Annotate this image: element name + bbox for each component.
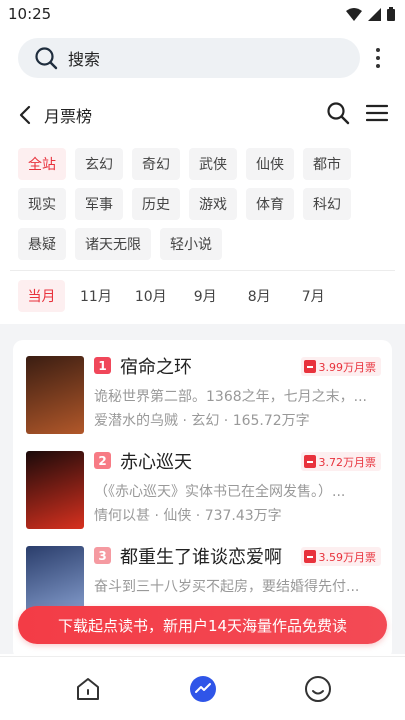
book-title[interactable]: 都重生了谁谈恋爱啊 <box>120 543 282 569</box>
category-chip[interactable]: 轻小说 <box>160 228 222 260</box>
category-chip[interactable]: 军事 <box>75 188 123 220</box>
search-label: 搜索 <box>68 50 101 69</box>
period-tab[interactable]: 7月 <box>290 280 337 312</box>
more-options-icon[interactable] <box>376 48 380 68</box>
back-icon[interactable] <box>18 105 32 125</box>
book-description: 诡秘世界第二部。1368之年，七月之末，... <box>94 389 367 405</box>
category-chip[interactable]: 奇幻 <box>132 148 180 180</box>
book-cover[interactable] <box>26 356 84 434</box>
category-chip[interactable]: 仙侠 <box>246 148 294 180</box>
vote-badge: 3.99万月票 <box>300 357 381 376</box>
rank-badge: 2 <box>94 452 111 469</box>
home-tab-icon[interactable] <box>71 672 105 706</box>
period-filter: 当月 11月 10月 9月 8月 7月 <box>18 280 337 312</box>
book-title[interactable]: 赤心巡天 <box>120 448 192 474</box>
book-title[interactable]: 宿命之环 <box>120 353 192 379</box>
category-filter: 全站 玄幻 奇幻 武侠 仙侠 都市现实 军事 历史 游戏 体育 科幻悬疑 诸天无限 轻小说 <box>18 148 388 260</box>
search-row: 搜索 <box>18 38 388 78</box>
vote-count: 3.59万月票 <box>318 550 377 564</box>
wifi-icon <box>346 7 362 21</box>
signal-icon <box>368 7 381 21</box>
period-tab[interactable]: 11月 <box>72 280 120 312</box>
book-item[interactable]: 2 赤心巡天 3.72万月票 （《赤心巡天》实体书已在全网发售。）... 情何以甚 · … <box>26 451 381 531</box>
book-meta: 爱潜水的乌贼 · 玄幻 · 165.72万字 <box>94 413 310 429</box>
vote-count: 3.99万月票 <box>318 360 377 374</box>
period-tab[interactable]: 当月 <box>18 280 65 312</box>
book-description: （《赤心巡天》实体书已在全网发售。）... <box>94 484 346 500</box>
ticket-icon <box>303 360 316 373</box>
ranking-list-area: 1 宿命之环 3.99万月票诡秘世界第二部。1368之年，七月之末，... 爱潜水的乌… <box>0 324 405 660</box>
category-chip[interactable]: 科幻 <box>303 188 351 220</box>
ticket-icon <box>303 455 316 468</box>
ticket-icon <box>303 550 316 563</box>
category-chip[interactable]: 现实 <box>18 188 66 220</box>
category-chip[interactable]: 玄幻 <box>75 148 123 180</box>
period-tab[interactable]: 10月 <box>127 280 175 312</box>
category-chip[interactable]: 武侠 <box>189 148 237 180</box>
battery-icon <box>387 7 395 21</box>
search-bar[interactable]: 搜索 <box>18 38 360 78</box>
category-chip[interactable]: 历史 <box>132 188 180 220</box>
bottom-tab-bar <box>0 656 405 720</box>
search-icon <box>34 46 58 70</box>
book-meta: 情何以甚 · 仙侠 · 737.43万字 <box>94 508 282 524</box>
download-banner[interactable]: 下载起点读书，新用户14天海量作品免费读 <box>18 606 387 644</box>
category-chip[interactable]: 悬疑 <box>18 228 66 260</box>
vote-badge: 3.72万月票 <box>300 452 381 471</box>
menu-icon[interactable] <box>365 104 389 126</box>
status-time: 10:25 <box>8 5 52 23</box>
category-chip[interactable]: 诸天无限 <box>75 228 151 260</box>
category-chip[interactable]: 体育 <box>246 188 294 220</box>
period-tab[interactable]: 8月 <box>236 280 283 312</box>
book-cover[interactable] <box>26 451 84 529</box>
vote-count: 3.72万月票 <box>318 455 377 469</box>
profile-tab-icon[interactable] <box>301 672 335 706</box>
title-bar: 月票榜 <box>18 98 389 132</box>
search-icon[interactable] <box>326 101 350 129</box>
status-icons <box>346 7 395 21</box>
rank-badge: 1 <box>94 357 111 374</box>
category-chip[interactable]: 游戏 <box>189 188 237 220</box>
status-bar: 10:25 <box>0 0 405 28</box>
book-item[interactable]: 1 宿命之环 3.99万月票诡秘世界第二部。1368之年，七月之末，... 爱潜水的乌… <box>26 356 381 436</box>
rank-badge: 3 <box>94 547 111 564</box>
category-chip[interactable]: 都市 <box>303 148 351 180</box>
divider <box>10 270 395 271</box>
vote-badge: 3.59万月票 <box>300 547 381 566</box>
book-description: 奋斗到三十八岁买不起房，要结婚得先付... <box>94 579 360 595</box>
page-title: 月票榜 <box>44 107 93 126</box>
trending-tab-icon[interactable] <box>186 672 220 706</box>
category-chip[interactable]: 全站 <box>18 148 66 180</box>
period-tab[interactable]: 9月 <box>182 280 229 312</box>
